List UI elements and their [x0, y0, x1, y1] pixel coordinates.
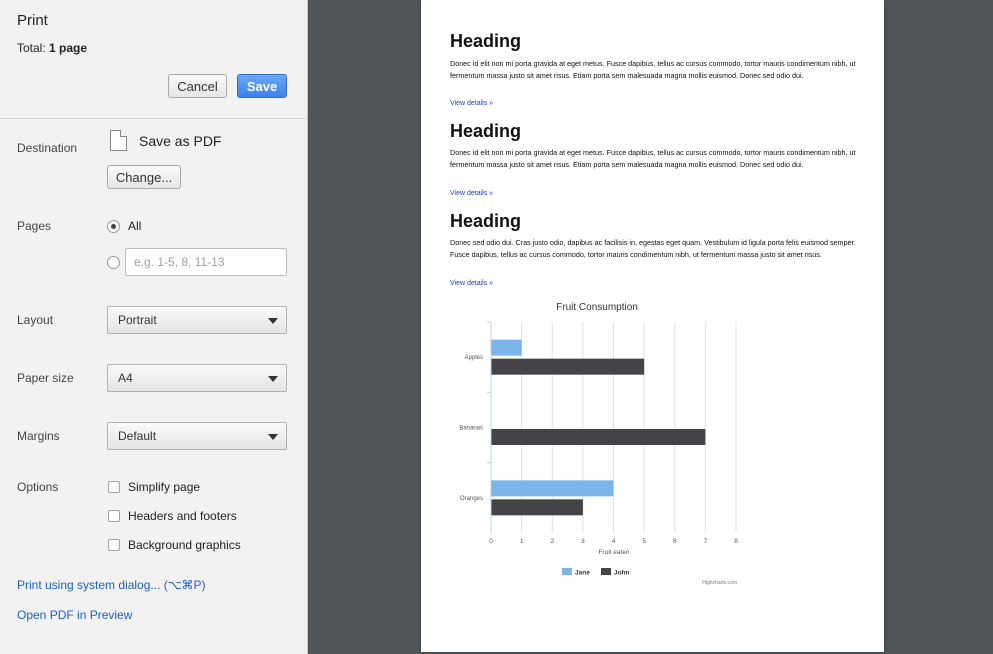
margins-value: Default: [118, 429, 157, 443]
x-tick-label: 2: [550, 538, 554, 545]
section-text: Donec id elit non mi porta gravida at eg…: [450, 148, 856, 169]
legend-swatch: [562, 568, 572, 575]
category-label: Bananas: [459, 426, 483, 432]
legend-label: John: [614, 570, 630, 577]
pages-custom-radio[interactable]: [107, 256, 120, 269]
category-label: Oranges: [460, 496, 483, 502]
save-button[interactable]: Save: [237, 74, 287, 98]
section-heading: Heading: [450, 211, 522, 231]
pages-range-input[interactable]: e.g. 1-5, 8, 11-13: [125, 248, 287, 276]
chevron-down-icon: [268, 434, 278, 440]
paper-size-label: Paper size: [17, 371, 74, 385]
open-pdf-link[interactable]: Open PDF in Preview: [17, 608, 132, 622]
pages-all-radio[interactable]: [107, 220, 120, 233]
x-tick-label: 4: [612, 538, 616, 545]
destination-label: Destination: [17, 141, 78, 155]
x-tick-label: 0: [489, 538, 493, 545]
section-heading: Heading: [450, 31, 522, 51]
x-axis-label: Fruit eaten: [598, 549, 629, 556]
background-graphics-checkbox[interactable]: [108, 539, 120, 551]
section-text: Donec id elit non mi porta gravida at eg…: [450, 59, 856, 80]
margins-select[interactable]: Default: [107, 422, 287, 450]
chart-credits: Highcharts.com: [702, 580, 737, 586]
bar-john: [491, 499, 583, 516]
category-label: Apples: [465, 355, 483, 361]
x-tick-label: 5: [642, 538, 646, 545]
x-tick-label: 7: [704, 538, 708, 545]
layout-label: Layout: [17, 313, 54, 327]
background-graphics-label[interactable]: Background graphics: [128, 538, 241, 552]
chevron-down-icon: [268, 318, 278, 324]
headers-footers-label[interactable]: Headers and footers: [128, 509, 237, 523]
bar-jane: [491, 339, 522, 356]
x-tick-label: 1: [520, 538, 524, 545]
paper-size-select[interactable]: A4: [107, 364, 287, 392]
section-heading: Heading: [450, 121, 522, 141]
chart-title: Fruit Consumption: [556, 302, 638, 313]
layout-select[interactable]: Portrait: [107, 306, 287, 334]
bar-jane: [491, 480, 614, 497]
section-text: Donec sed odio dui. Cras justo odio, dap…: [450, 238, 856, 259]
print-preview-page: Heading Donec id elit non mi porta gravi…: [421, 0, 884, 652]
print-title: Print: [17, 12, 48, 29]
options-label: Options: [17, 480, 59, 494]
chevron-down-icon: [268, 376, 278, 382]
simplify-page-label[interactable]: Simplify page: [128, 480, 200, 494]
fruit-consumption-chart: Fruit Consumption 0 1 2 3 4 5 6 7 8 Apples Bananas…: [459, 302, 738, 586]
destination-value: Save as PDF: [139, 133, 222, 149]
pages-all-label[interactable]: All: [128, 219, 141, 233]
view-details-link[interactable]: View details »: [450, 100, 493, 107]
cancel-button[interactable]: Cancel: [168, 74, 227, 98]
view-details-link[interactable]: View details »: [450, 190, 493, 197]
pages-label: Pages: [17, 219, 52, 233]
legend-swatch: [601, 568, 611, 575]
system-dialog-link[interactable]: Print using system dialog... (⌥⌘P): [17, 578, 206, 592]
total-value: 1 page: [49, 41, 88, 55]
x-tick-label: 3: [581, 538, 585, 545]
x-tick-label: 8: [734, 538, 738, 545]
page-total: Total: 1 page: [17, 41, 87, 55]
change-destination-button[interactable]: Change...: [107, 165, 181, 189]
layout-value: Portrait: [118, 313, 157, 327]
bar-john: [491, 429, 706, 445]
bar-john: [491, 358, 645, 375]
paper-size-value: A4: [118, 371, 133, 385]
view-details-link[interactable]: View details »: [450, 280, 493, 287]
document-icon: [110, 130, 127, 151]
simplify-page-checkbox[interactable]: [108, 481, 120, 493]
print-sidebar: Print Total: 1 page Cancel Save Destinat…: [0, 0, 308, 654]
total-label: Total:: [17, 41, 46, 55]
headers-footers-checkbox[interactable]: [108, 510, 120, 522]
margins-label: Margins: [17, 429, 60, 443]
sidebar-header: Print Total: 1 page Cancel Save: [0, 0, 307, 119]
legend-label: Jane: [575, 570, 590, 577]
x-tick-label: 6: [673, 538, 677, 545]
